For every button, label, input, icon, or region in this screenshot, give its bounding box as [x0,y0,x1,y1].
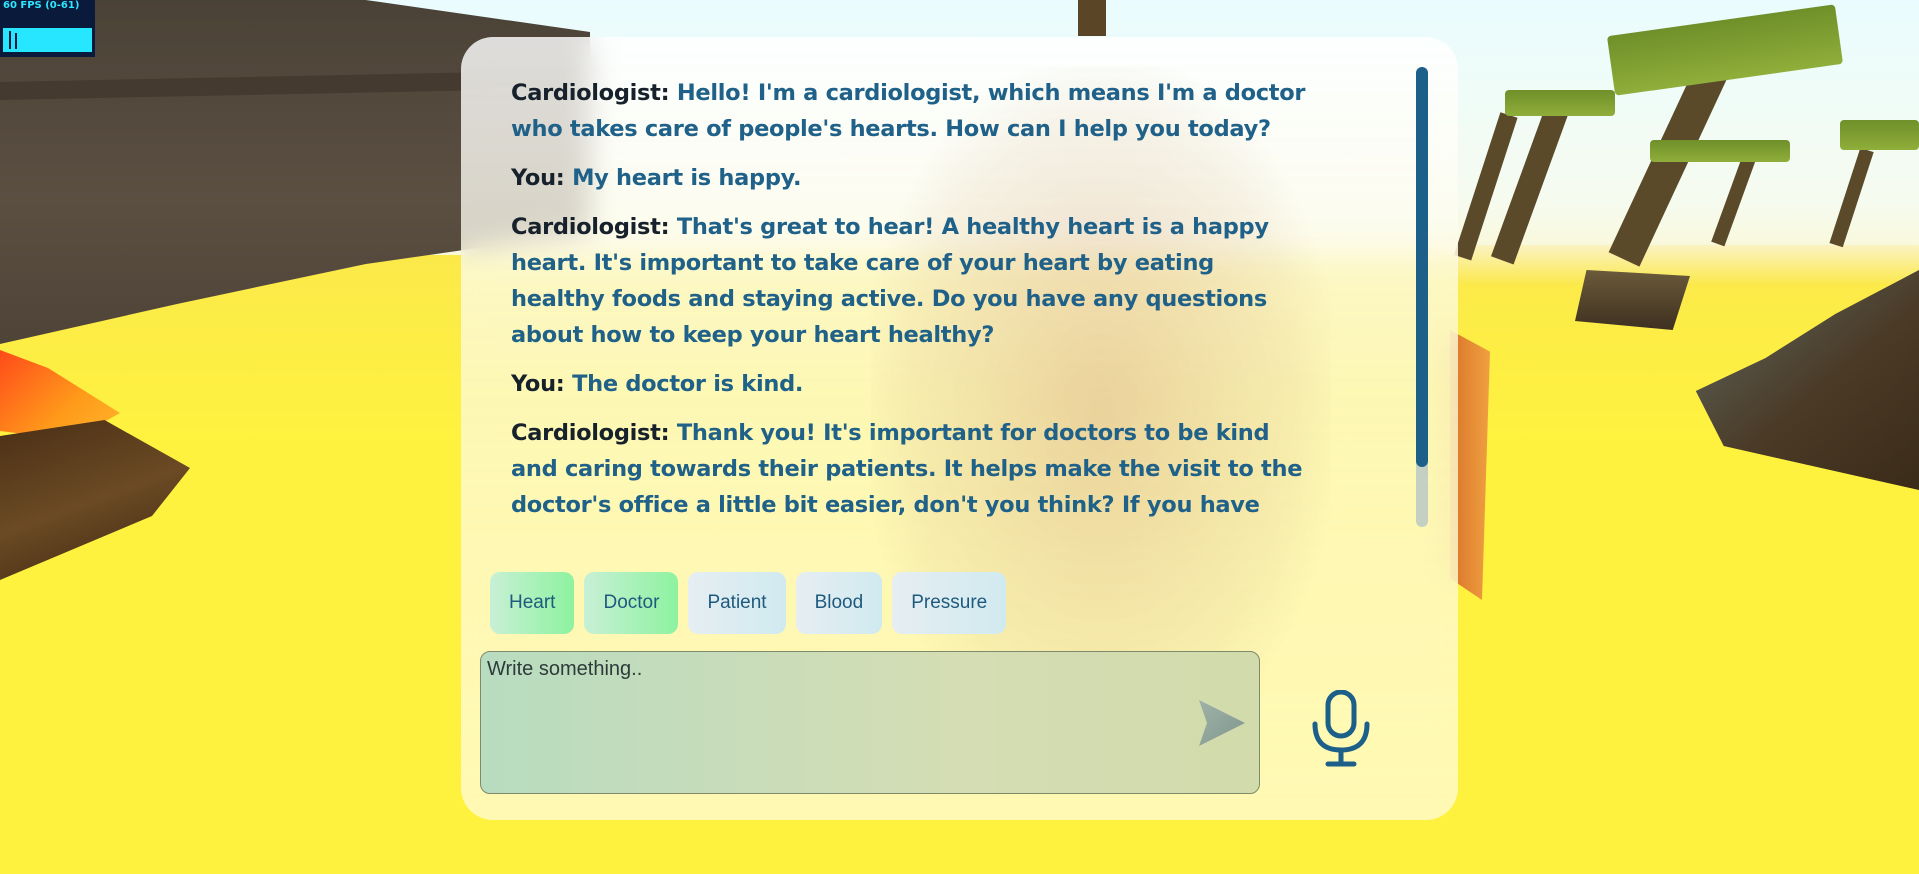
suggestion-chips: Heart Doctor Patient Blood Pressure [490,572,1007,634]
message-speaker: You: [511,371,565,397]
chat-message: Cardiologist: Hello! I'm a cardiologist,… [511,75,1311,147]
message-speaker: Cardiologist: [511,214,670,240]
message-text: My heart is happy. [572,165,802,191]
message-text: The doctor is kind. [572,371,804,397]
message-speaker: Cardiologist: [511,80,670,106]
tree-trunk [1078,0,1106,36]
send-arrow-icon[interactable] [1197,700,1245,746]
chat-message: Cardiologist: That's great to hear! A he… [511,209,1311,353]
fps-label: 60 FPS (0-61) [3,0,80,11]
message-input[interactable]: Write something.. [480,651,1260,794]
suggestion-chip[interactable]: Heart [490,572,575,634]
scrollbar[interactable] [1416,67,1428,527]
palm-leaves [1650,140,1790,162]
suggestion-chip[interactable]: Blood [795,572,883,634]
chat-message: You: The doctor is kind. [511,366,1311,402]
message-speaker: You: [511,165,565,191]
scrollbar-thumb[interactable] [1416,67,1428,467]
fps-graph [3,28,92,52]
message-speaker: Cardiologist: [511,420,670,446]
suggestion-chip[interactable]: Patient [688,572,786,634]
wooden-crate [1575,270,1690,330]
fps-meter: 60 FPS (0-61) [0,0,95,57]
microphone-icon[interactable] [1310,690,1372,768]
message-list[interactable]: Cardiologist: Hello! I'm a cardiologist,… [511,75,1311,520]
suggestion-chip[interactable]: Pressure [892,572,1007,634]
chat-panel: Cardiologist: Hello! I'm a cardiologist,… [461,37,1458,820]
palm-leaves [1840,120,1919,150]
chat-message: Cardiologist: Thank you! It's important … [511,415,1311,520]
input-placeholder: Write something.. [487,658,643,680]
suggestion-chip[interactable]: Doctor [584,572,679,634]
palm-leaves [1505,90,1615,116]
chat-message: You: My heart is happy. [511,160,1311,196]
